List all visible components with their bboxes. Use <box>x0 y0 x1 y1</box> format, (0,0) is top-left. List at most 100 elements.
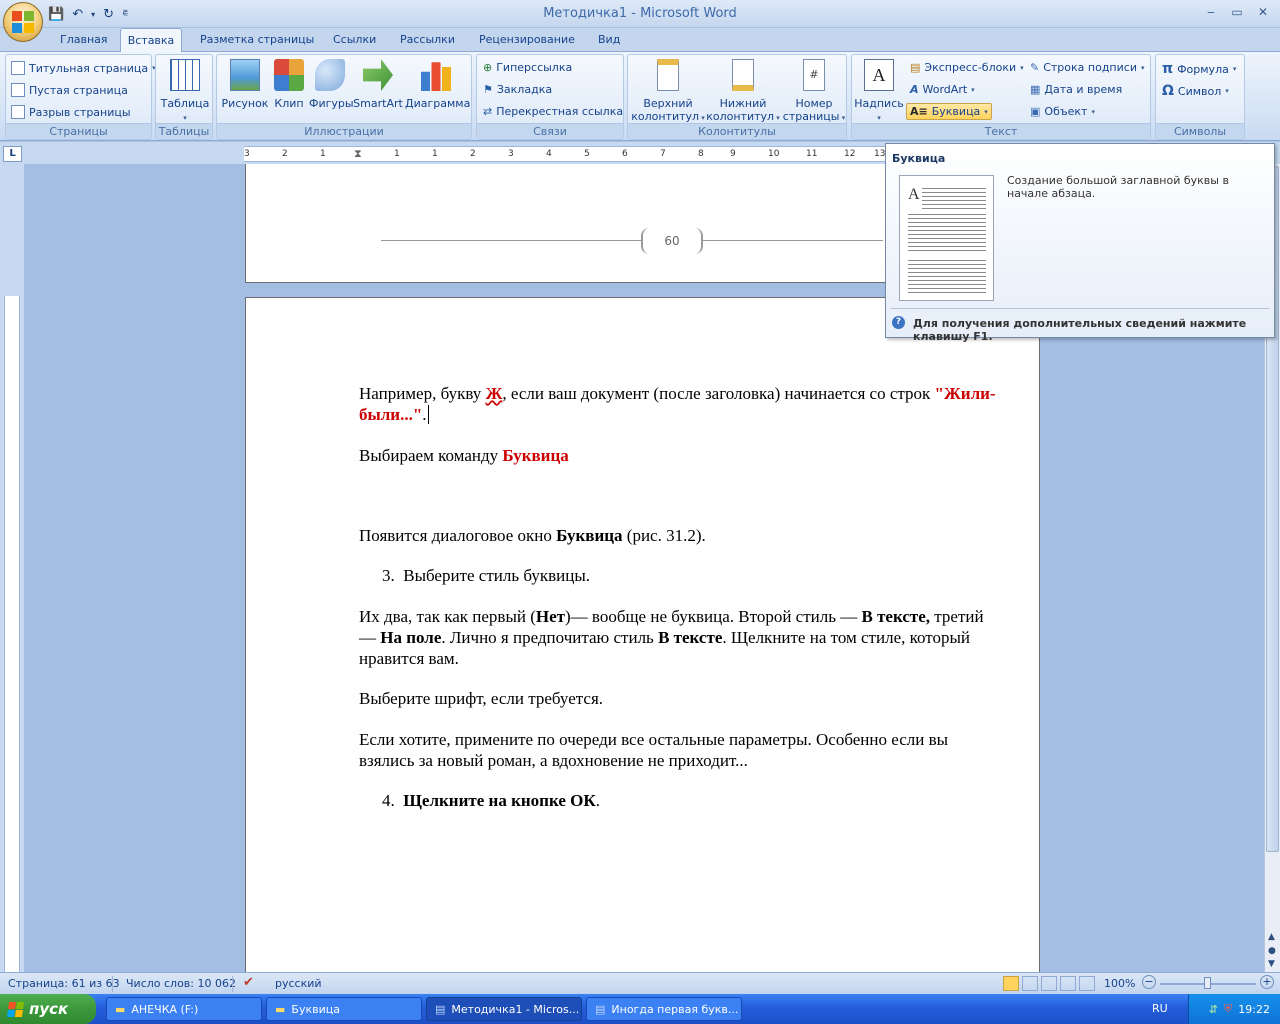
browse-object-icon[interactable]: ● <box>1268 946 1276 956</box>
clip-button[interactable]: Клип <box>271 59 307 110</box>
draft-icon[interactable] <box>1079 976 1095 991</box>
tab-review[interactable]: Рецензирование <box>479 33 575 46</box>
paragraph-params[interactable]: Если хотите, примените по очереди все ос… <box>359 729 999 771</box>
page-break-button[interactable]: Разрыв страницы <box>11 105 131 119</box>
paragraph-example[interactable]: Например, букву Ж, если ваш документ (по… <box>359 383 999 425</box>
textbox-button[interactable]: A Надпись ▾ <box>854 59 904 125</box>
smartart-button[interactable]: SmartArt <box>353 59 403 110</box>
language-indicator[interactable]: RU <box>1152 1002 1168 1015</box>
tab-selector-icon[interactable]: L <box>3 146 22 162</box>
title-page-button[interactable]: Титульная страница ▾ <box>11 61 156 75</box>
system-tray: ⇵ ⛨ 19:22 <box>1188 994 1280 1024</box>
datetime-button[interactable]: ▦ Дата и время <box>1030 83 1122 96</box>
page-number-button[interactable]: # Номер страницы ▾ <box>782 59 846 125</box>
page-break-icon <box>11 105 25 119</box>
list-item-3[interactable]: 3. Выберите стиль буквицы. <box>382 565 1022 586</box>
calendar-icon: ▦ <box>1030 83 1041 96</box>
wordart-button[interactable]: A WordArt ▾ <box>910 83 975 96</box>
print-layout-icon[interactable] <box>1003 976 1019 991</box>
tab-page-layout[interactable]: Разметка страницы <box>200 33 314 46</box>
vertical-ruler[interactable] <box>4 296 20 972</box>
minimize-icon[interactable]: ‒ <box>1200 3 1222 21</box>
paragraph-font[interactable]: Выберите шрифт, если требуется. <box>359 688 999 709</box>
tab-references[interactable]: Ссылки <box>333 33 376 46</box>
clock[interactable]: 19:22 <box>1238 1003 1270 1016</box>
tab-mailings[interactable]: Рассылки <box>400 33 455 46</box>
list-item-4[interactable]: 4. Щелкните на кнопке ОК. <box>382 790 1022 811</box>
tab-insert[interactable]: Вставка <box>120 28 182 52</box>
table-button[interactable]: Таблица ▾ <box>160 59 210 125</box>
bookmark-button[interactable]: ⚑ Закладка <box>483 83 552 96</box>
footer-button[interactable]: Нижний колонтитул ▾ <box>706 59 780 125</box>
start-button[interactable]: пуск <box>0 994 96 1024</box>
crossref-button[interactable]: ⇄ Перекрестная ссылка <box>483 105 623 118</box>
status-language[interactable]: русский <box>275 977 322 990</box>
symbol-button[interactable]: Ω Символ ▾ <box>1162 83 1229 99</box>
dropcap-button[interactable]: A≡ Буквица ▾ <box>906 103 992 120</box>
zoom-level[interactable]: 100% <box>1104 977 1135 990</box>
antivirus-shield-icon[interactable]: ⛨ <box>1224 1002 1232 1016</box>
object-button[interactable]: ▣ Объект ▾ <box>1030 105 1095 118</box>
ribbon: Титульная страница ▾ Пустая страница Разр… <box>0 51 1280 141</box>
zoom-slider-thumb[interactable] <box>1204 977 1211 989</box>
zoom-in-icon[interactable]: + <box>1260 975 1274 989</box>
smartart-icon <box>363 59 393 91</box>
windows-taskbar: пуск ▬ АНЕЧКА (F:) ▬ Буквица ▤ Методичка1 -… <box>0 994 1280 1024</box>
status-page[interactable]: Страница: 61 из 63 <box>8 977 120 990</box>
bookmark-icon: ⚑ <box>483 83 493 96</box>
outline-icon[interactable] <box>1060 976 1076 991</box>
blank-page-button[interactable]: Пустая страница <box>11 83 128 97</box>
chart-button[interactable]: Диаграмма <box>405 59 470 110</box>
maximize-icon[interactable]: ▭ <box>1226 3 1248 21</box>
paragraph-dialog[interactable]: Появится диалоговое окно Буквица (рис. 3… <box>359 525 999 546</box>
status-words[interactable]: Число слов: 10 062 <box>126 977 236 990</box>
scroll-prev-icon[interactable]: ▲ <box>1268 932 1275 942</box>
shapes-button[interactable]: Фигуры <box>309 59 354 110</box>
tab-home[interactable]: Главная <box>60 33 108 46</box>
equation-button[interactable]: π Формула ▾ <box>1162 61 1236 77</box>
task-word-metodichka[interactable]: ▤ Методичка1 - Micros... <box>426 997 582 1021</box>
network-icon[interactable]: ⇵ <box>1209 1003 1218 1016</box>
word-doc-icon: ▤ <box>595 1002 606 1016</box>
header-icon <box>657 59 679 91</box>
web-layout-icon[interactable] <box>1041 976 1057 991</box>
help-icon: ? <box>892 316 905 329</box>
picture-button[interactable]: Рисунок <box>221 59 269 110</box>
pi-icon: π <box>1162 61 1174 77</box>
current-page[interactable]: Например, букву Ж, если ваш документ (по… <box>245 297 1040 972</box>
paragraph-styles[interactable]: Их два, так как первый (Нет)— вообще не … <box>359 606 999 669</box>
indent-marker-icon[interactable]: ⧗ <box>354 147 362 161</box>
window-title: Методичка1 - Microsoft Word <box>543 6 737 21</box>
word-doc-icon: ▤ <box>435 1002 446 1016</box>
shapes-icon <box>315 59 345 91</box>
table-icon <box>170 59 200 91</box>
paragraph-command[interactable]: Выбираем команду Буквица <box>359 445 999 466</box>
zoom-out-icon[interactable]: − <box>1142 975 1156 989</box>
group-label-symbols: Символы <box>1156 123 1244 139</box>
quickparts-button[interactable]: ▤ Экспресс-блоки ▾ <box>910 61 1024 74</box>
full-screen-reading-icon[interactable] <box>1022 976 1038 991</box>
spellcheck-icon[interactable]: ✔ <box>243 975 254 990</box>
textbox-icon: A <box>864 59 894 91</box>
scroll-next-icon[interactable]: ▼ <box>1268 959 1275 969</box>
group-text: A Надпись ▾ ▤ Экспресс-блоки ▾ A WordArt ▾ A≡… <box>851 54 1151 140</box>
chart-icon <box>421 62 451 91</box>
tab-view[interactable]: Вид <box>598 33 620 46</box>
tooltip-title: Буквица <box>892 152 946 165</box>
close-icon[interactable]: ✕ <box>1252 3 1274 21</box>
office-button[interactable] <box>3 2 43 42</box>
signature-line-button[interactable]: ✎ Строка подписи ▾ <box>1030 61 1144 74</box>
horizontal-ruler[interactable]: 3 2 1 ⧗ 1 1 2 3 4 5 6 7 8 9 10 11 12 13 <box>244 146 886 162</box>
title-bar: 💾 ↶ ▾ ↻ ⋷ Методичка1 - Microsoft Word ‒ … <box>0 0 1280 28</box>
task-folder-bukvitsa[interactable]: ▬ Буквица <box>266 997 422 1021</box>
task-folder-anechka[interactable]: ▬ АНЕЧКА (F:) <box>106 997 262 1021</box>
hyperlink-button[interactable]: ⊕ Гиперссылка <box>483 61 572 74</box>
windows-flag-icon <box>6 1001 25 1017</box>
header-button[interactable]: Верхний колонтитул ▾ <box>630 59 706 125</box>
task-word-inogda[interactable]: ▤ Иногда первая букв... <box>586 997 742 1021</box>
dropcap-icon: A≡ <box>910 105 928 118</box>
object-icon: ▣ <box>1030 105 1041 118</box>
tooltip-description: Создание большой заглавной буквы в начал… <box>1007 174 1229 200</box>
wordart-icon: A <box>910 83 919 96</box>
view-buttons <box>1003 976 1095 991</box>
